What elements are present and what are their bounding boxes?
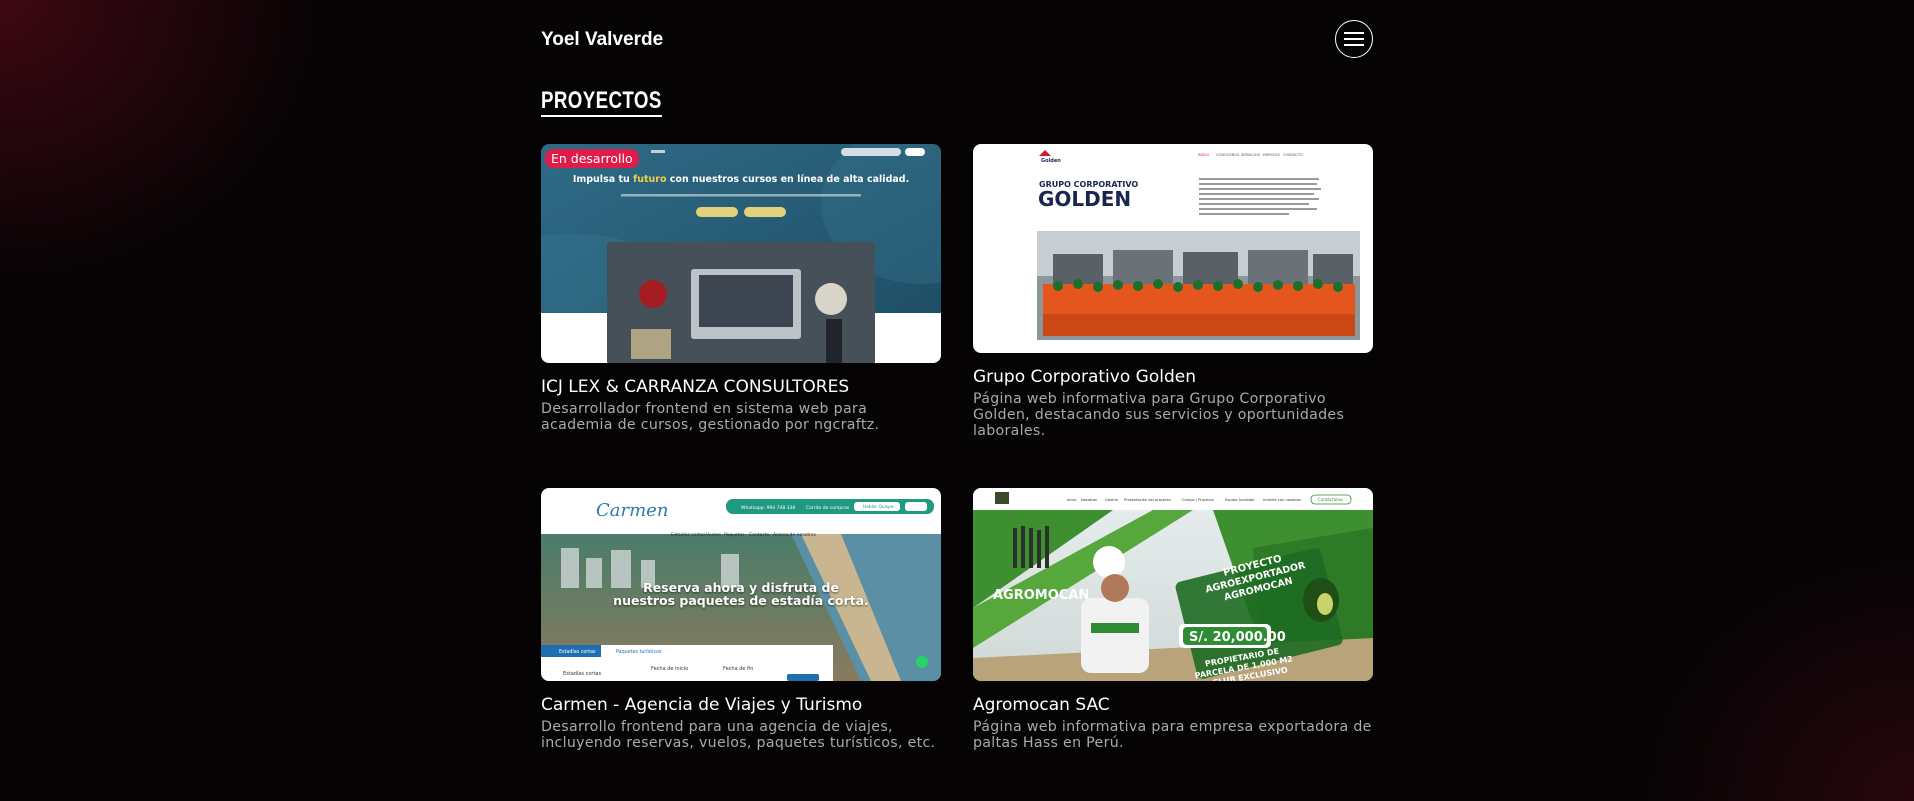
status-badge: En desarrollo xyxy=(545,149,639,168)
project-thumbnail-carmen[interactable]: Carmen Whatsapp: 994 748 338 Carrito de … xyxy=(541,488,941,681)
svg-text:Contáctanos: Contáctanos xyxy=(1318,497,1343,502)
icj-preview-image: Impulsa tu futuro con nuestros cursos en… xyxy=(541,144,941,363)
project-description: Desarrollo frontend para una agencia de … xyxy=(541,719,936,751)
brand-name[interactable]: Yoel Valverde xyxy=(541,29,663,51)
site-header: Yoel Valverde xyxy=(541,18,1373,62)
project-card-agromocan[interactable]: Inicio Nosotros Galería Presentación del… xyxy=(973,488,1373,751)
svg-text:Paquetes turísticos: Paquetes turísticos xyxy=(616,648,662,655)
project-thumbnail-golden[interactable]: Golden INICIO CONÓCENOS SERVICIOS EMPLEO… xyxy=(973,144,1373,353)
golden-preview-image: Golden INICIO CONÓCENOS SERVICIOS EMPLEO… xyxy=(973,144,1373,353)
svg-text:Estadías cortas: Estadías cortas xyxy=(671,531,706,538)
project-title[interactable]: Agromocan SAC xyxy=(973,695,1373,715)
svg-text:Fecha de inicio: Fecha de inicio xyxy=(651,666,688,672)
project-description: Desarrollador frontend en sistema web pa… xyxy=(541,401,880,433)
svg-text:Nosotros: Nosotros xyxy=(1081,498,1097,502)
carmen-preview-image: Carmen Whatsapp: 994 748 338 Carrito de … xyxy=(541,488,941,681)
svg-text:EMPLEOS: EMPLEOS xyxy=(1263,153,1281,157)
svg-text:Presentación del proyecto: Presentación del proyecto xyxy=(1124,498,1171,502)
svg-text:Equipo fundador: Equipo fundador xyxy=(1225,498,1255,502)
svg-text:Estadías cortas: Estadías cortas xyxy=(559,648,596,655)
hamburger-menu-icon[interactable] xyxy=(1335,20,1373,58)
svg-text:SERVICIOS: SERVICIOS xyxy=(1241,153,1261,157)
svg-text:Invierte con nosotros: Invierte con nosotros xyxy=(1263,498,1301,502)
agromocan-preview-image: Inicio Nosotros Galería Presentación del… xyxy=(973,488,1373,681)
svg-text:Vuelos: Vuelos xyxy=(706,532,721,538)
svg-text:Hablar Quispe: Hablar Quispe xyxy=(863,504,894,510)
svg-text:Acerca de nosotros: Acerca de nosotros xyxy=(773,532,817,538)
svg-text:Whatsapp: 994 748 338: Whatsapp: 994 748 338 xyxy=(741,505,795,511)
project-description: Página web informativa para Grupo Corpor… xyxy=(973,391,1345,439)
icj-preview-headline: Impulsa tu futuro con nuestros cursos en… xyxy=(573,174,909,185)
project-title[interactable]: Carmen - Agencia de Viajes y Turismo xyxy=(541,695,941,715)
project-card-icj[interactable]: En desarrollo Impulsa tu futuro con nues… xyxy=(541,144,941,433)
svg-text:S/. 20,000.00: S/. 20,000.00 xyxy=(1189,630,1286,645)
project-card-golden[interactable]: Golden INICIO CONÓCENOS SERVICIOS EMPLEO… xyxy=(973,144,1373,439)
svg-text:Carmen: Carmen xyxy=(596,500,668,521)
svg-text:Campo / Proyecto: Campo / Proyecto xyxy=(1182,498,1214,502)
svg-text:AGROMOCAN: AGROMOCAN xyxy=(993,588,1089,603)
project-description: Página web informativa para empresa expo… xyxy=(973,719,1372,751)
section-title: PROYECTOS xyxy=(541,88,662,117)
svg-text:Estadías cortas: Estadías cortas xyxy=(563,670,601,677)
project-title[interactable]: ICJ LEX & CARRANZA CONSULTORES xyxy=(541,377,941,397)
svg-text:Fecha de fin: Fecha de fin xyxy=(723,666,753,672)
svg-text:Galería: Galería xyxy=(1105,498,1118,502)
project-thumbnail-icj[interactable]: En desarrollo Impulsa tu futuro con nues… xyxy=(541,144,941,363)
project-card-carmen[interactable]: Carmen Whatsapp: 994 748 338 Carrito de … xyxy=(541,488,941,751)
svg-text:Inicio: Inicio xyxy=(1067,498,1077,502)
svg-text:CONTACTO: CONTACTO xyxy=(1283,153,1303,157)
svg-text:INICIO: INICIO xyxy=(1198,153,1209,157)
svg-text:GOLDEN: GOLDEN xyxy=(1038,187,1131,211)
project-thumbnail-agromocan[interactable]: Inicio Nosotros Galería Presentación del… xyxy=(973,488,1373,681)
svg-text:Golden: Golden xyxy=(1041,158,1061,164)
svg-text:Carrito de compras: Carrito de compras xyxy=(806,505,850,511)
svg-text:Contacto: Contacto xyxy=(749,532,770,538)
svg-text:CONÓCENOS: CONÓCENOS xyxy=(1216,152,1240,157)
svg-text:Paquetes: Paquetes xyxy=(724,532,745,538)
project-title[interactable]: Grupo Corporativo Golden xyxy=(973,367,1373,387)
